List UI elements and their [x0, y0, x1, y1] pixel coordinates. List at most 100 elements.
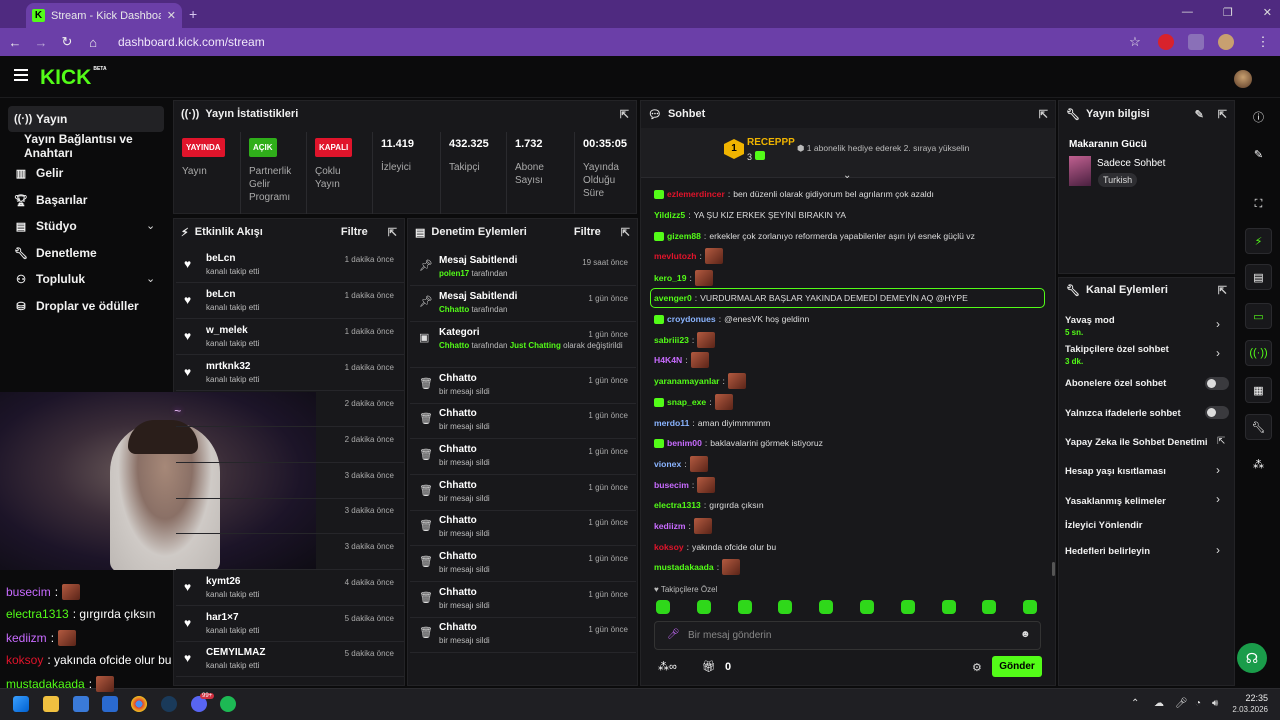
chat-message[interactable]: avenger0: VURDURMALAR BAŞLAR YAKINDA DEME…	[654, 290, 1034, 306]
nav-item-basarilar[interactable]: 🏆︎ Başarılar	[8, 187, 164, 213]
chat-message[interactable]: electra1313: gırgırda çıksın	[654, 497, 1034, 513]
subscribers-only-toggle[interactable]	[1205, 377, 1229, 390]
list-item[interactable]: 📌︎ Mesaj Sabitlendi polen17 tarafından 19 s…	[410, 250, 636, 286]
chat-message[interactable]: kediizm:	[654, 518, 1034, 534]
chat-message[interactable]: mevlutozh:	[654, 248, 1034, 264]
external-link-icon[interactable]: ⇱	[1217, 436, 1225, 447]
list-item[interactable]: 🗑︎ Chhatto bir mesajı sildi 1 gün önce	[410, 546, 636, 582]
wifi-icon[interactable]: ◔	[1195, 698, 1201, 709]
nav-item-yayin[interactable]: ((·)) Yayın	[8, 106, 164, 132]
chevron-right-icon[interactable]: ›	[1216, 463, 1220, 477]
action-account-age[interactable]: Hesap yaşı kısıtlaması	[1065, 466, 1166, 477]
chat-username[interactable]: vionex	[654, 459, 681, 469]
profile-avatar-icon[interactable]	[1218, 34, 1234, 50]
action-banned-words[interactable]: Yasaklanmış kelimeler	[1065, 496, 1166, 507]
outlook-icon[interactable]	[102, 696, 118, 712]
home-icon[interactable]: ⌂	[82, 31, 104, 53]
close-tab-icon[interactable]: ✕	[167, 9, 176, 22]
emote-icon[interactable]	[900, 600, 915, 614]
action-slow-mode[interactable]: Yavaş mod 5 sn.	[1065, 315, 1115, 337]
emote-icon[interactable]	[656, 600, 670, 614]
chat-input[interactable]: Bir mesaj gönderin	[688, 630, 771, 641]
list-item[interactable]: ▣ Kategori Chhatto tarafından Just Chattin…	[410, 322, 636, 368]
lightning-icon[interactable]: ⚡︎	[1245, 228, 1272, 254]
moderator-name[interactable]: polen17	[439, 269, 469, 278]
list-item[interactable]: ♥ beLcn kanalı takip etti 1 dakika önce	[176, 247, 404, 283]
points-gift[interactable]: 🎁︎ 0	[702, 660, 731, 673]
user-avatar[interactable]	[1234, 70, 1252, 88]
info-icon[interactable]: ⓘ	[1245, 104, 1272, 130]
chat-username[interactable]: busecim	[654, 480, 689, 490]
collapse-icon[interactable]: ⌄	[843, 170, 851, 181]
chat-message[interactable]: gizem88: erkekler çok zorlanıyo reformerd…	[654, 228, 1034, 244]
browser-tab[interactable]: K Stream - Kick Dashboard ✕	[26, 3, 182, 28]
chat-username[interactable]: croydonues	[667, 314, 716, 324]
community-icon[interactable]: ⁂	[1245, 451, 1272, 477]
extension-red-icon[interactable]	[1158, 34, 1174, 50]
microphone-icon[interactable]: 🎤︎	[1175, 698, 1188, 709]
browser-menu-icon[interactable]: ⋮	[1252, 31, 1274, 53]
popout-icon[interactable]: ⇱	[620, 108, 629, 121]
extensions-puzzle-icon[interactable]	[1188, 34, 1204, 50]
support-headset-icon[interactable]: ☊	[1237, 643, 1267, 673]
start-icon[interactable]	[13, 696, 29, 712]
clock-time[interactable]: 22:35	[1236, 693, 1268, 703]
edit-pencil-icon[interactable]: ✎	[1195, 108, 1204, 121]
chat-scrollbar[interactable]	[1052, 562, 1055, 576]
minimize-icon[interactable]: —	[1182, 6, 1193, 19]
category-name[interactable]: Just Chatting	[510, 341, 561, 350]
list-item[interactable]: 📌︎ Mesaj Sabitlendi Chhatto tarafından 1 gü…	[410, 286, 636, 322]
action-followers-only[interactable]: Takipçilere özel sohbet 3 dk.	[1065, 344, 1169, 366]
list-item[interactable]: 🗑︎ Chhatto bir mesajı sildi 1 gün önce	[410, 617, 636, 653]
list-item[interactable]: 2 dakika önce	[176, 391, 404, 427]
popout-icon[interactable]: ⇱	[621, 226, 630, 239]
list-item[interactable]: 3 dakika önce	[176, 534, 404, 570]
list-item[interactable]: 3 dakika önce	[176, 498, 404, 534]
send-button[interactable]: Gönder	[992, 656, 1042, 677]
tray-chevron-icon[interactable]: ⌃	[1131, 698, 1139, 709]
chat-message[interactable]: kero_19:	[654, 270, 1034, 286]
layout-icon[interactable]: ▦	[1245, 377, 1272, 403]
emote-icon[interactable]	[982, 600, 997, 614]
notes-icon[interactable]: ▤	[1245, 264, 1272, 290]
nav-item-studyo[interactable]: ▤ Stüdyo	[8, 213, 164, 239]
emote-icon[interactable]	[941, 600, 956, 614]
emotes-only-toggle[interactable]	[1205, 406, 1229, 419]
emote-icon[interactable]	[737, 600, 752, 614]
moderator-name[interactable]: Chhatto	[439, 305, 469, 314]
tray-app-icon[interactable]: ☁	[1154, 698, 1164, 709]
list-item[interactable]: 🗑︎ Chhatto bir mesajı sildi 1 gün önce	[410, 439, 636, 475]
chat-username[interactable]: electra1313	[654, 500, 701, 510]
language-tag[interactable]: Turkish	[1098, 173, 1138, 187]
reload-icon[interactable]: ↻	[56, 31, 78, 53]
chevron-down-icon[interactable]: ⌄	[146, 219, 155, 232]
kick-logo[interactable]: KICK BETA	[40, 66, 107, 90]
emote-icon[interactable]	[1023, 600, 1038, 614]
chat-username[interactable]: kediizm	[654, 521, 686, 531]
chat-message[interactable]: croydonues: @enesVK hoş geldinn	[654, 311, 1034, 327]
chat-message[interactable]: ezlemerdincer: ben düzenli olarak gidiyor…	[654, 186, 1034, 202]
popout-icon[interactable]: ⇱	[1218, 108, 1227, 121]
activity-filter-button[interactable]: Filtre	[341, 226, 368, 238]
chat-username[interactable]: mevlutozh	[654, 251, 697, 261]
chat-message[interactable]: yaranamayanlar:	[654, 373, 1034, 389]
steam-icon[interactable]	[161, 696, 177, 712]
chat-message[interactable]: koksoy: yakında ofcide olur bu	[654, 539, 1034, 555]
stream-category[interactable]: Sadece Sohbet	[1097, 158, 1165, 169]
store-icon[interactable]	[73, 696, 89, 712]
list-item[interactable]: ♥ har1×7 kanalı takip etti 5 dakika önce	[176, 606, 404, 642]
chrome-icon[interactable]	[131, 696, 147, 712]
points-icon[interactable]: ⁂∞	[658, 660, 677, 673]
chat-username[interactable]: sabriii23	[654, 335, 689, 345]
list-item[interactable]: 2 dakika önce	[176, 427, 404, 463]
chat-username[interactable]: ezlemerdincer	[667, 189, 725, 199]
chat-username[interactable]: merdo11	[654, 418, 689, 428]
list-item[interactable]: 3 dakika önce	[176, 463, 404, 499]
action-set-goals[interactable]: Hedefleri belirleyin	[1065, 546, 1150, 557]
clock-date[interactable]: 2.03.2026	[1226, 705, 1268, 714]
moderation-filter-button[interactable]: Filtre	[574, 226, 601, 238]
list-item[interactable]: ♥ CEMYILMAZ kanalı takip etti 5 dakika önce	[176, 641, 404, 677]
settings-gear-icon[interactable]: ⚙	[972, 661, 982, 674]
edit-icon[interactable]: ✎	[1245, 141, 1272, 167]
chevron-right-icon[interactable]: ›	[1216, 492, 1220, 506]
